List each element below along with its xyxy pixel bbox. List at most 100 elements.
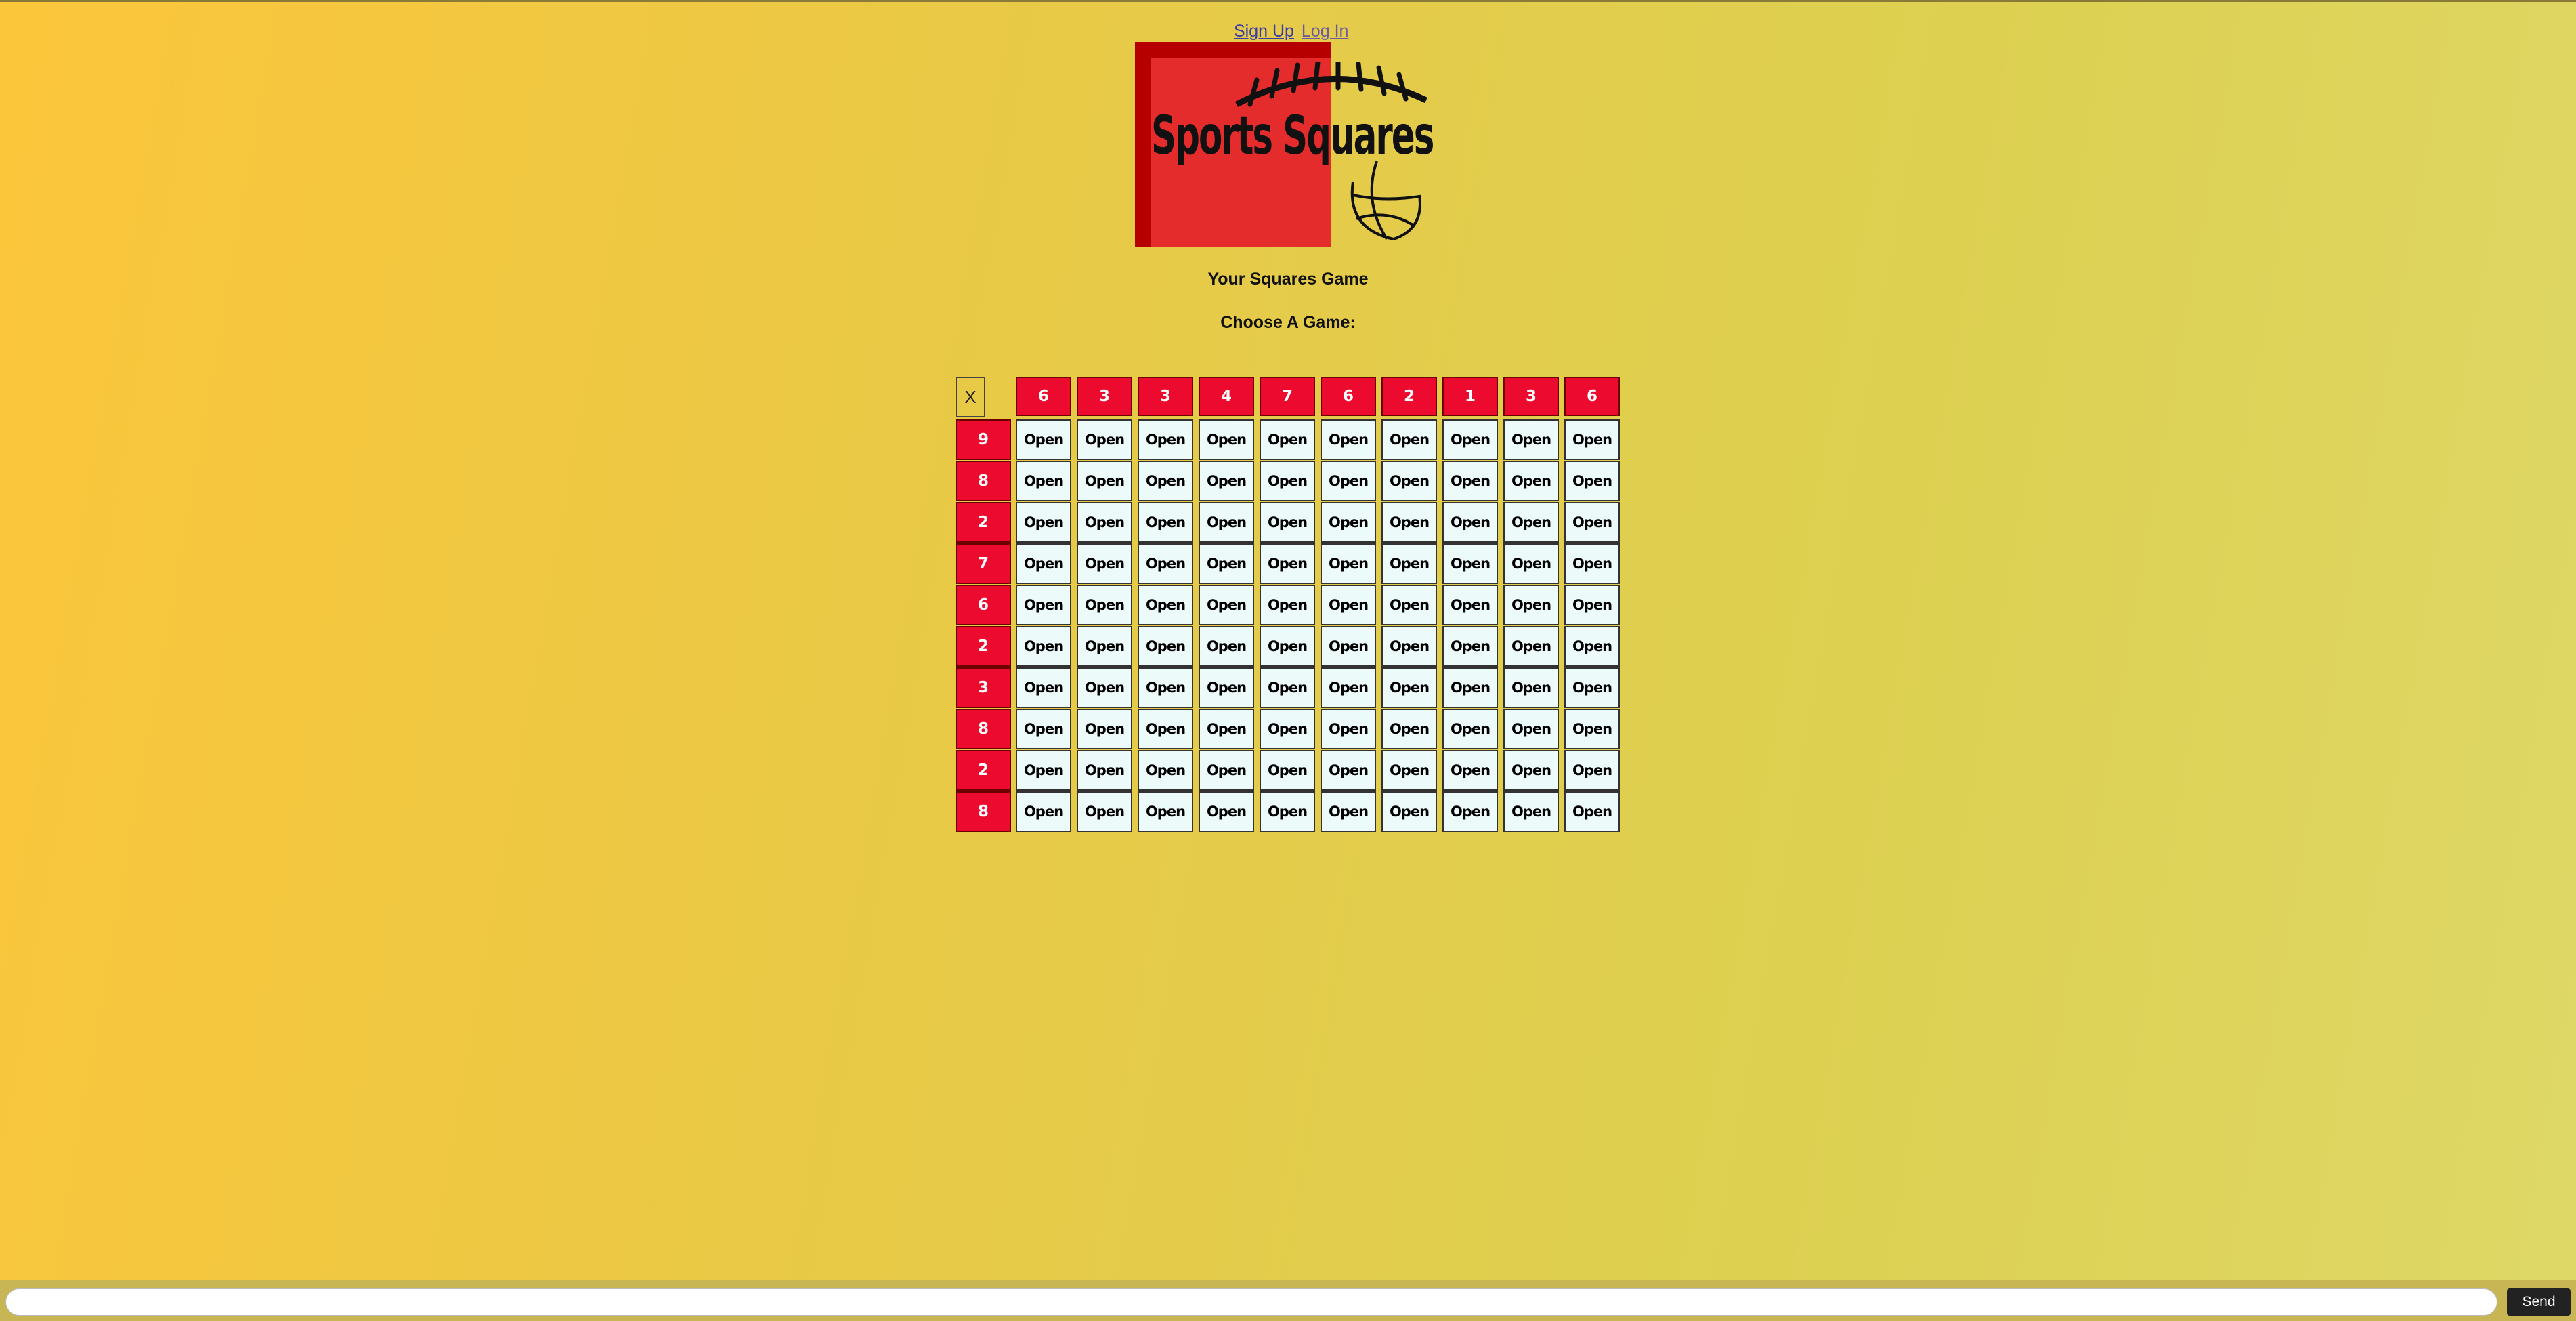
open-square[interactable]: Open [1199,419,1254,460]
open-square[interactable]: Open [1442,461,1498,501]
open-square[interactable]: Open [1016,791,1071,832]
open-square[interactable]: Open [1077,502,1132,543]
open-square[interactable]: Open [1199,750,1254,791]
open-square[interactable]: Open [1260,667,1315,708]
open-square[interactable]: Open [1381,419,1437,460]
open-square[interactable]: Open [1564,709,1620,749]
open-square[interactable]: Open [1077,585,1132,625]
open-square[interactable]: Open [1016,419,1071,460]
open-square[interactable]: Open [1138,543,1193,584]
open-square[interactable]: Open [1442,419,1498,460]
open-square[interactable]: Open [1442,543,1498,584]
open-square[interactable]: Open [1503,626,1559,667]
open-square[interactable]: Open [1564,585,1620,625]
open-square[interactable]: Open [1503,667,1559,708]
open-square[interactable]: Open [1016,667,1071,708]
open-square[interactable]: Open [1077,543,1132,584]
open-square[interactable]: Open [1321,543,1376,584]
open-square[interactable]: Open [1199,461,1254,501]
send-button[interactable]: Send [2507,1288,2571,1316]
open-square[interactable]: Open [1260,502,1315,543]
open-square[interactable]: Open [1321,419,1376,460]
open-square[interactable]: Open [1016,750,1071,791]
open-square[interactable]: Open [1503,750,1559,791]
open-square[interactable]: Open [1442,626,1498,667]
open-square[interactable]: Open [1077,750,1132,791]
open-square[interactable]: Open [1016,626,1071,667]
open-square[interactable]: Open [1503,461,1559,501]
open-square[interactable]: Open [1260,419,1315,460]
open-square[interactable]: Open [1564,461,1620,501]
open-square[interactable]: Open [1016,709,1071,749]
open-square[interactable]: Open [1381,791,1437,832]
open-square[interactable]: Open [1077,709,1132,749]
open-square[interactable]: Open [1138,502,1193,543]
open-square[interactable]: Open [1564,419,1620,460]
open-square[interactable]: Open [1199,791,1254,832]
open-square[interactable]: Open [1442,502,1498,543]
log-in-link[interactable]: Log In [1302,22,1349,41]
open-square[interactable]: Open [1260,750,1315,791]
open-square[interactable]: Open [1381,626,1437,667]
open-square[interactable]: Open [1260,709,1315,749]
open-square[interactable]: Open [1503,502,1559,543]
open-square[interactable]: Open [1321,791,1376,832]
sports-squares-logo[interactable]: Sports Squares [1135,42,1446,247]
sign-up-link[interactable]: Sign Up [1234,22,1294,41]
open-square[interactable]: Open [1138,750,1193,791]
open-square[interactable]: Open [1260,543,1315,584]
chat-input[interactable] [5,1288,2497,1316]
open-square[interactable]: Open [1503,585,1559,625]
open-square[interactable]: Open [1564,667,1620,708]
open-square[interactable]: Open [1077,419,1132,460]
open-square[interactable]: Open [1381,461,1437,501]
open-square[interactable]: Open [1564,502,1620,543]
open-square[interactable]: Open [1138,626,1193,667]
open-square[interactable]: Open [1564,750,1620,791]
open-square[interactable]: Open [1442,667,1498,708]
open-square[interactable]: Open [1138,419,1193,460]
open-square[interactable]: Open [1199,667,1254,708]
open-square[interactable]: Open [1260,585,1315,625]
open-square[interactable]: Open [1442,791,1498,832]
open-square[interactable]: Open [1199,626,1254,667]
open-square[interactable]: Open [1564,626,1620,667]
open-square[interactable]: Open [1321,461,1376,501]
open-square[interactable]: Open [1260,461,1315,501]
open-square[interactable]: Open [1077,667,1132,708]
open-square[interactable]: Open [1503,791,1559,832]
open-square[interactable]: Open [1321,667,1376,708]
open-square[interactable]: Open [1442,750,1498,791]
open-square[interactable]: Open [1321,502,1376,543]
open-square[interactable]: Open [1260,626,1315,667]
open-square[interactable]: Open [1260,791,1315,832]
open-square[interactable]: Open [1442,709,1498,749]
open-square[interactable]: Open [1077,791,1132,832]
open-square[interactable]: Open [1321,709,1376,749]
open-square[interactable]: Open [1199,543,1254,584]
open-square[interactable]: Open [1321,585,1376,625]
open-square[interactable]: Open [1381,585,1437,625]
open-square[interactable]: Open [1138,667,1193,708]
open-square[interactable]: Open [1138,791,1193,832]
open-square[interactable]: Open [1381,667,1437,708]
open-square[interactable]: Open [1564,791,1620,832]
open-square[interactable]: Open [1503,709,1559,749]
open-square[interactable]: Open [1503,543,1559,584]
open-square[interactable]: Open [1016,461,1071,501]
open-square[interactable]: Open [1138,585,1193,625]
open-square[interactable]: Open [1138,461,1193,501]
open-square[interactable]: Open [1564,543,1620,584]
open-square[interactable]: Open [1077,626,1132,667]
open-square[interactable]: Open [1199,709,1254,749]
open-square[interactable]: Open [1016,585,1071,625]
open-square[interactable]: Open [1321,626,1376,667]
open-square[interactable]: Open [1321,750,1376,791]
open-square[interactable]: Open [1503,419,1559,460]
open-square[interactable]: Open [1199,502,1254,543]
open-square[interactable]: Open [1381,502,1437,543]
open-square[interactable]: Open [1138,709,1193,749]
open-square[interactable]: Open [1381,750,1437,791]
open-square[interactable]: Open [1381,709,1437,749]
open-square[interactable]: Open [1016,543,1071,584]
